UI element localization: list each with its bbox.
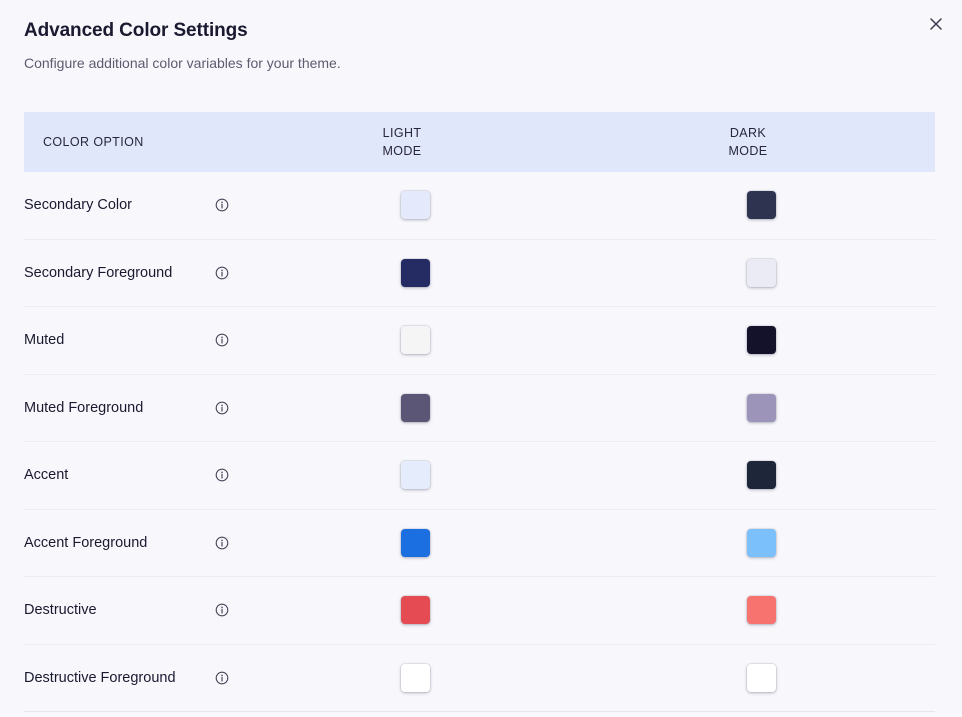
dark-mode-swatch[interactable] <box>747 393 776 422</box>
info-icon[interactable] <box>215 536 229 550</box>
dark-mode-swatch[interactable] <box>747 528 776 557</box>
column-header-light-mode: LIGHT MODE <box>382 126 422 158</box>
dark-mode-swatch[interactable] <box>747 191 776 220</box>
dark-mode-swatch[interactable] <box>747 326 776 355</box>
table-row: Accent Foreground <box>24 510 935 577</box>
color-option-label: Accent Foreground <box>24 534 148 551</box>
color-option-label: Secondary Color <box>24 197 132 214</box>
light-mode-swatch[interactable] <box>401 393 430 422</box>
info-icon[interactable] <box>215 198 229 212</box>
dark-mode-swatch[interactable] <box>747 663 776 692</box>
info-icon[interactable] <box>215 603 229 617</box>
dark-mode-swatch[interactable] <box>747 596 776 625</box>
info-icon[interactable] <box>215 671 229 685</box>
color-option-label: Accent <box>24 467 69 484</box>
color-option-label: Muted Foreground <box>24 399 144 416</box>
table-row: Muted <box>24 307 935 375</box>
table-row: Accent <box>24 442 935 510</box>
table-row: Destructive <box>24 577 935 645</box>
light-mode-swatch[interactable] <box>401 326 430 355</box>
table-row: Secondary Color <box>24 172 935 240</box>
close-icon[interactable] <box>926 14 946 34</box>
table-header: COLOR OPTION LIGHT MODE DARK MODE <box>24 112 935 172</box>
color-option-label: Destructive Foreground <box>24 669 176 686</box>
column-header-color-option: COLOR OPTION <box>43 135 144 149</box>
light-mode-swatch[interactable] <box>401 596 430 625</box>
info-icon[interactable] <box>215 266 229 280</box>
dark-mode-swatch[interactable] <box>747 461 776 490</box>
color-option-label: Muted <box>24 332 65 349</box>
dialog-title: Advanced Color Settings <box>24 20 248 41</box>
light-mode-swatch[interactable] <box>401 663 430 692</box>
table-row: Muted Foreground <box>24 375 935 442</box>
info-icon[interactable] <box>215 401 229 415</box>
table-row: Destructive Foreground <box>24 645 935 712</box>
column-header-dark-mode: DARK MODE <box>728 126 768 158</box>
table-body: Secondary Color Secondary Foreground Mut… <box>24 172 935 712</box>
color-option-label: Destructive <box>24 602 97 619</box>
light-mode-swatch[interactable] <box>401 461 430 490</box>
info-icon[interactable] <box>215 333 229 347</box>
table-row: Secondary Foreground <box>24 240 935 307</box>
advanced-color-settings-dialog: Advanced Color Settings Configure additi… <box>0 0 962 717</box>
color-table: COLOR OPTION LIGHT MODE DARK MODE Second… <box>24 112 935 712</box>
color-option-label: Secondary Foreground <box>24 264 173 281</box>
dialog-subtitle: Configure additional color variables for… <box>24 55 341 71</box>
light-mode-swatch[interactable] <box>401 191 430 220</box>
light-mode-swatch[interactable] <box>401 258 430 287</box>
light-mode-swatch[interactable] <box>401 528 430 557</box>
info-icon[interactable] <box>215 468 229 482</box>
dark-mode-swatch[interactable] <box>747 258 776 287</box>
